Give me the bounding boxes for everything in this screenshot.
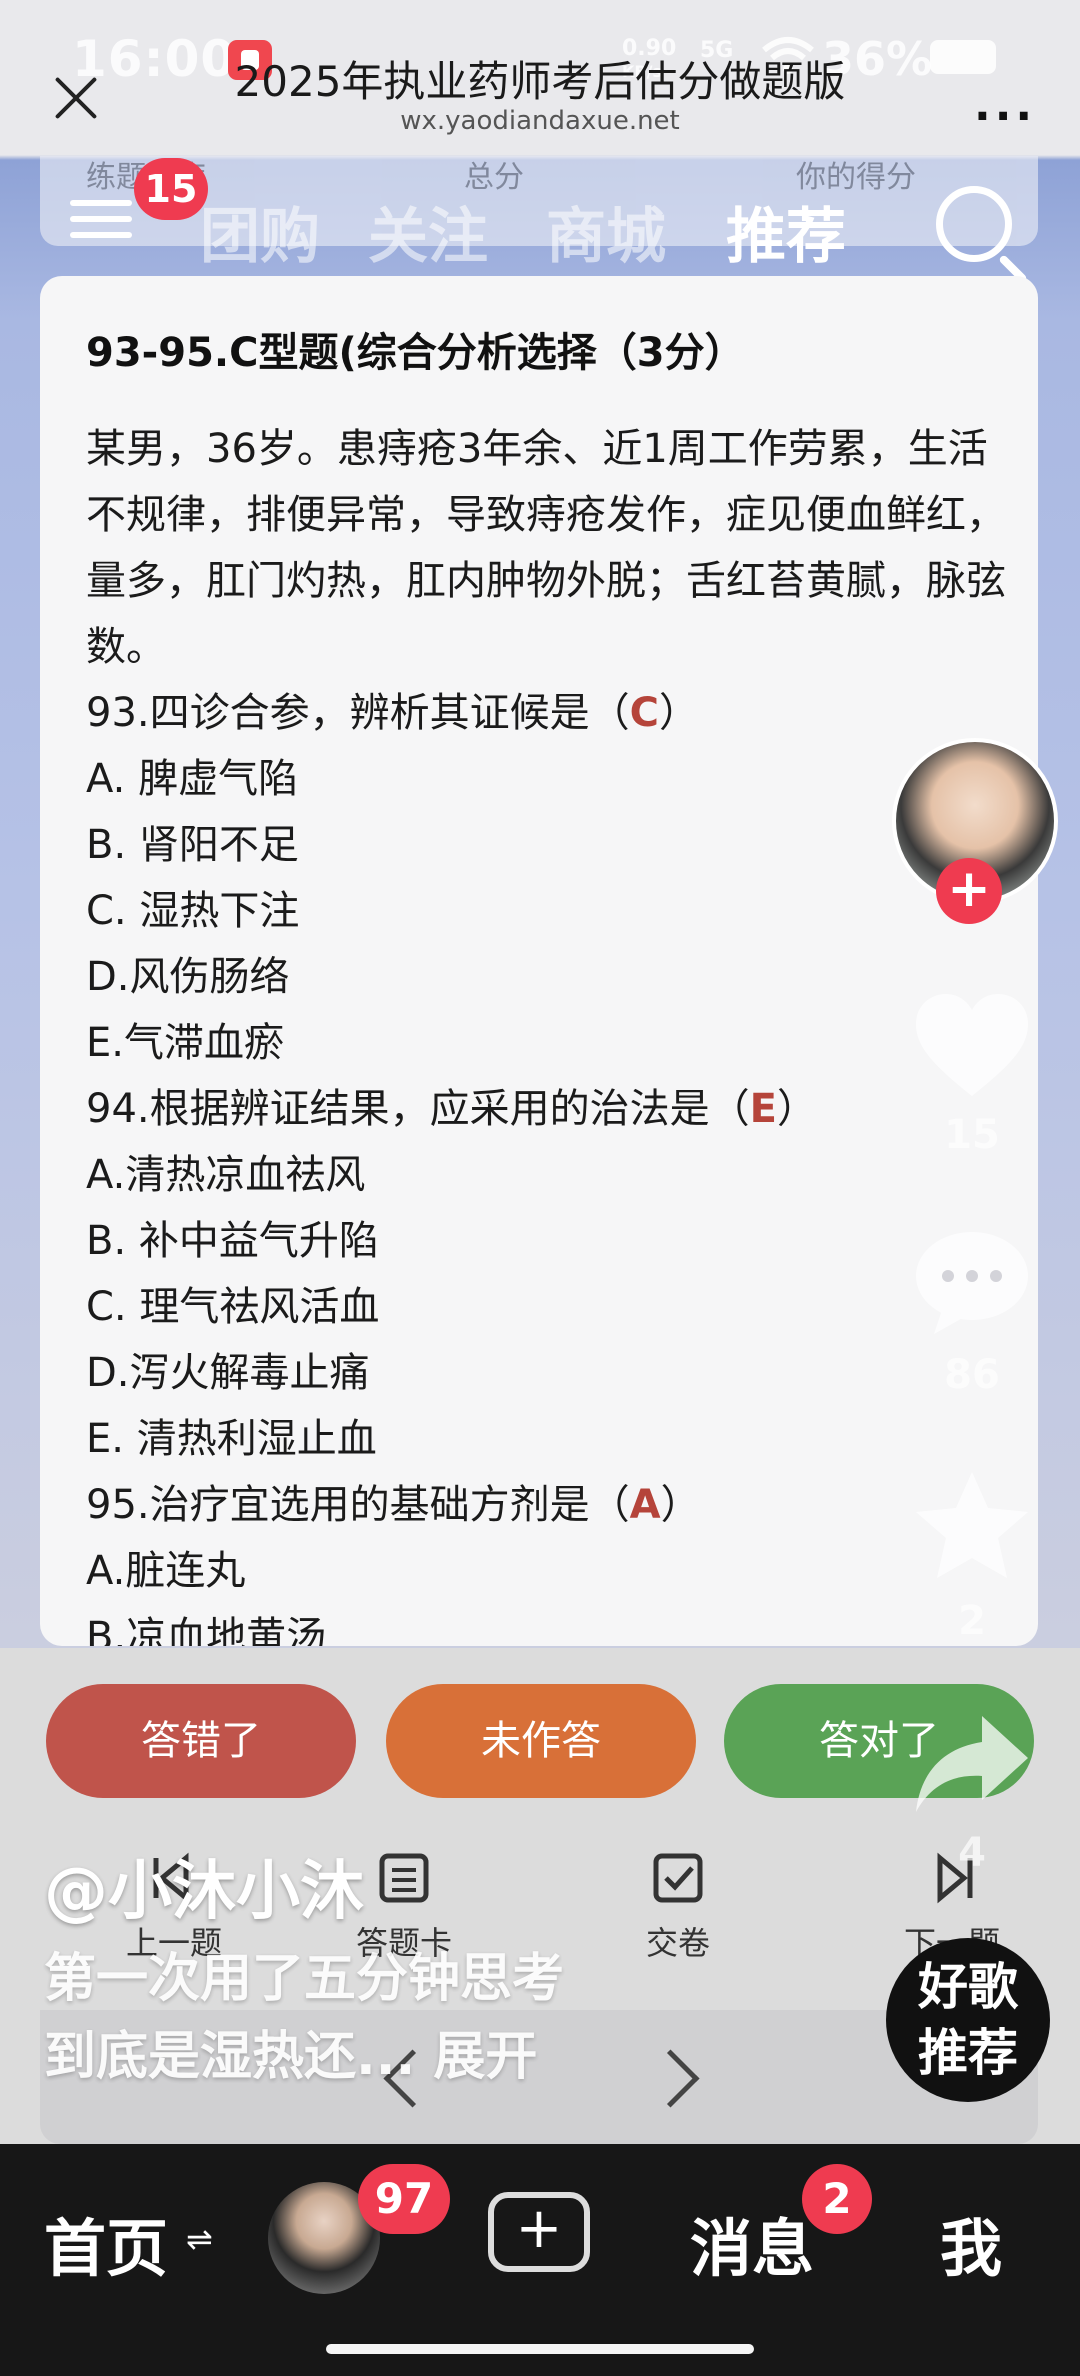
q95-stem-text: 95.治疗宜选用的基础方剂是（ [86,1482,630,1528]
description-line-2: 到底是湿热还... 展开 [44,2018,684,2096]
q94-option: D.泻火解毒止痛 [86,1350,370,1396]
share-icon[interactable] [912,1712,1032,1816]
music-label-2: 推荐 [918,2024,1018,2082]
tab-recommend[interactable]: 推荐 [726,188,846,275]
q93-answer: C [629,690,659,736]
switch-feed-icon[interactable]: ⇌ [186,2220,213,2258]
description-line-1: 第一次用了五分钟思考 [44,1949,565,2009]
battery-icon [930,40,996,74]
q93-option: C. 湿热下注 [86,888,300,934]
q95-close: ） [660,1482,701,1528]
q95-option: B.凉血地黄汤 [86,1614,327,1646]
more-menu-icon[interactable]: ... [974,84,1036,128]
search-icon[interactable] [936,186,1012,262]
heart-icon[interactable] [912,992,1032,1102]
q93-option: E.气滞血瘀 [86,1020,284,1066]
video-description: 第一次用了五分钟思考 到底是湿热还... 展开 [44,1940,684,2096]
q94-option: C. 理气祛风活血 [86,1284,380,1330]
follow-plus-icon[interactable]: + [936,858,1002,924]
like-count: 15 [944,1112,1000,1158]
create-post-button[interactable]: + [488,2192,590,2272]
menu-badge: 15 [134,158,208,220]
q93-stem-text: 93.四诊合参，辨析其证候是（ [86,690,630,736]
menu-icon[interactable] [70,196,132,242]
tab-mall[interactable]: 商城 [546,188,666,275]
answered-wrong-button[interactable]: 答错了 [46,1684,356,1798]
miniprogram-title: 2025年执业药师考后估分做题版 [234,57,846,106]
q93-close: ） [658,690,699,736]
nav-home[interactable]: 首页 [44,2198,168,2288]
q94-answer: E [749,1086,777,1132]
close-icon[interactable] [48,70,104,126]
q94-stem: 94.根据辨证结果，应采用的治法是（E） [86,1076,1006,1142]
friends-badge: 97 [358,2164,450,2234]
expand-link[interactable]: 展开 [433,2027,537,2087]
q94-option: B. 补中益气升陷 [86,1218,379,1264]
answer-sheet-icon [379,1853,429,1903]
q94-stem-text: 94.根据辨证结果，应采用的治法是（ [86,1086,750,1132]
favorite-count: 2 [958,1598,986,1644]
submit-icon [653,1853,703,1903]
home-indicator[interactable] [326,2344,754,2354]
q94-close: ） [776,1086,817,1132]
miniprogram-url: wx.yaodiandaxue.net [400,106,680,136]
comment-icon[interactable] [912,1228,1032,1338]
q95-answer: A [629,1482,661,1528]
nav-me[interactable]: 我 [940,2198,1002,2288]
star-icon[interactable] [912,1468,1032,1584]
q95-option: A.脏连丸 [86,1548,246,1594]
tab-following[interactable]: 关注 [368,188,488,275]
case-text: 某男，36岁。患痔疮3年余、近1周工作劳累，生活不规律，排便异常，导致痔疮发作，… [86,426,1006,670]
question-card: 93-95.C型题(综合分析选择（3分） 某男，36岁。患痔疮3年余、近1周工作… [40,276,1038,1646]
question-heading: 93-95.C型题(综合分析选择（3分） [86,330,745,376]
music-label-1: 好歌 [918,1958,1018,2016]
not-answered-button[interactable]: 未作答 [386,1684,696,1798]
messages-badge: 2 [802,2164,872,2234]
q93-option: A. 脾虚气陷 [86,756,299,802]
description-line-2-text: 到底是湿热还... [44,2027,434,2087]
nav-messages[interactable]: 消息 [690,2198,814,2288]
music-disc[interactable]: 好歌 推荐 [886,1938,1050,2102]
q94-option: E. 清热利湿止血 [86,1416,377,1462]
comment-count: 86 [944,1352,1000,1398]
tab-group-buy[interactable]: 团购 [200,188,320,275]
author-name[interactable]: @小沐小沐 [44,1840,364,1932]
share-count: 4 [958,1830,986,1876]
q95-stem: 95.治疗宜选用的基础方剂是（A） [86,1472,1006,1538]
q93-option: D.风伤肠络 [86,954,290,1000]
q93-stem: 93.四诊合参，辨析其证候是（C） [86,680,1006,746]
question-body: 某男，36岁。患痔疮3年余、近1周工作劳累，生活不规律，排便异常，导致痔疮发作，… [86,416,1006,1646]
q94-option: A.清热凉血祛风 [86,1152,366,1198]
q93-option: B. 肾阳不足 [86,822,299,868]
